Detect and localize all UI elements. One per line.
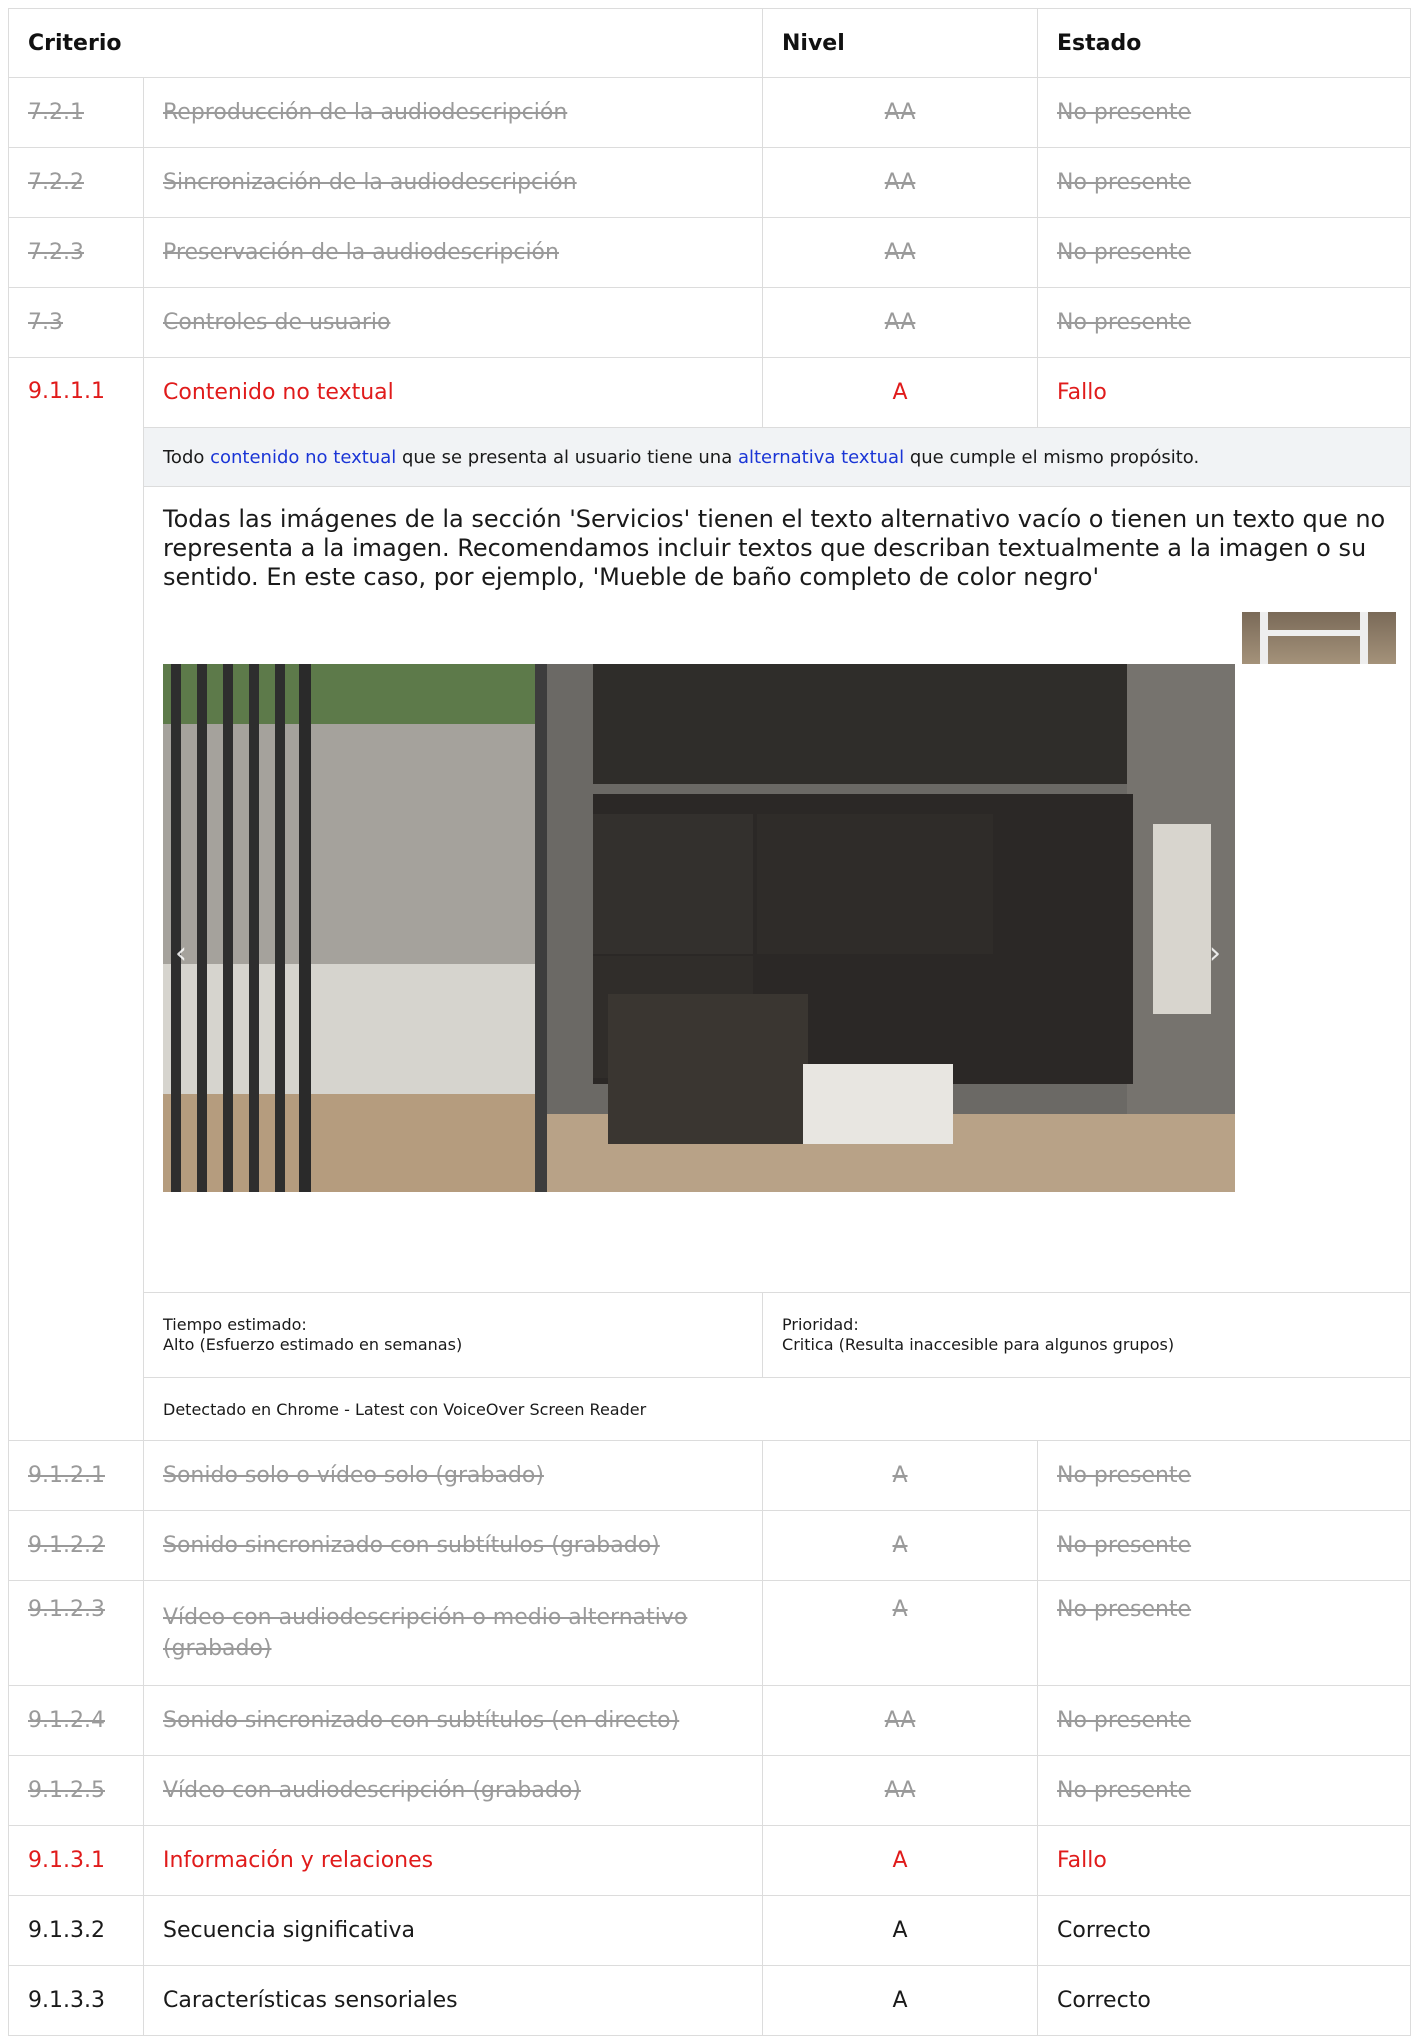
criterion-name: Controles de usuario xyxy=(142,287,764,358)
criterion-name: Contenido no textual xyxy=(142,357,764,428)
chevron-left-icon[interactable]: ‹ xyxy=(169,938,193,970)
criteria-table: Criterio Nivel Estado 7.2.1 Reproducción… xyxy=(7,8,1412,2036)
criterion-code: 7.2.1 xyxy=(8,77,144,148)
link-alternativa-textual[interactable]: alternativa textual xyxy=(738,447,904,468)
bathroom-illustration xyxy=(163,664,1235,1192)
criterion-name: Vídeo con audiodescripción (grabado) xyxy=(142,1755,764,1826)
criterion-level: A xyxy=(762,1510,1039,1581)
criterion-level: A xyxy=(762,1440,1039,1511)
criterion-status: No presente xyxy=(1037,287,1412,358)
chevron-right-icon[interactable]: › xyxy=(1203,938,1227,970)
observation-text: Todas las imágenes de la sección 'Servic… xyxy=(163,505,1386,591)
detected-text: Detectado en Chrome - Latest con VoiceOv… xyxy=(142,1377,1412,1441)
criterion-level: AA xyxy=(762,1755,1039,1826)
table-row: 7.2.3 Preservación de la audiodescripció… xyxy=(8,217,1412,288)
observation-cell: Todas las imágenes de la sección 'Servic… xyxy=(142,486,1412,1293)
criterion-code: 7.3 xyxy=(8,287,144,358)
accessibility-report: Criterio Nivel Estado 7.2.1 Reproducción… xyxy=(7,8,1412,2036)
link-contenido-no-textual[interactable]: contenido no textual xyxy=(210,447,396,468)
priority-value: Critica (Resulta inaccesible para alguno… xyxy=(782,1335,1175,1354)
bathroom-photo xyxy=(163,664,1235,1192)
criterion-code: 9.1.3.3 xyxy=(8,1965,144,2036)
criterion-name: Reproducción de la audiodescripción xyxy=(142,77,764,148)
observation-row: Todas las imágenes de la sección 'Servic… xyxy=(9,486,1412,1293)
column-header-estado: Estado xyxy=(1037,8,1412,78)
criterion-status: Correcto xyxy=(1037,1895,1412,1966)
table-row: 9.1.3.3 Características sensoriales A Co… xyxy=(8,1965,1412,2036)
stool-leg-shape xyxy=(1360,612,1368,664)
table-row: 9.1.3.2 Secuencia significativa A Correc… xyxy=(8,1895,1412,1966)
criterion-code: 9.1.3.1 xyxy=(8,1825,144,1896)
criterion-status: No presente xyxy=(1037,217,1412,288)
criterion-status: No presente xyxy=(1037,147,1412,218)
criterion-level: AA xyxy=(762,77,1039,148)
table-row: 9.1.3.1 Información y relaciones A Fallo xyxy=(8,1825,1412,1896)
criterion-level: A xyxy=(762,1825,1039,1896)
table-row: 7.3 Controles de usuario AA No presente xyxy=(8,287,1412,358)
criterion-level: A xyxy=(762,1965,1039,2036)
criterion-status: No presente xyxy=(1037,1685,1412,1756)
estimate-label: Tiempo estimado: xyxy=(163,1315,307,1334)
criterion-status: Fallo xyxy=(1037,357,1412,428)
criterion-status: Correcto xyxy=(1037,1965,1412,2036)
criterion-status: No presente xyxy=(1037,1510,1412,1581)
column-header-nivel: Nivel xyxy=(762,8,1039,78)
meta-row: Tiempo estimado: Alto (Esfuerzo estimado… xyxy=(9,1292,1412,1378)
table-row: 7.2.1 Reproducción de la audiodescripció… xyxy=(8,77,1412,148)
guideline-text: Todo contenido no textual que se present… xyxy=(142,427,1412,487)
criterion-level: AA xyxy=(762,1685,1039,1756)
criterion-name: Preservación de la audiodescripción xyxy=(142,217,764,288)
table-row-failed: 9.1.1.1 Contenido no textual A Fallo xyxy=(8,357,1412,1441)
table-row: 7.2.2 Sincronización de la audiodescripc… xyxy=(8,147,1412,218)
next-image-thumbnail xyxy=(1242,612,1396,664)
criterion-name: Vídeo con audiodescripción o medio alter… xyxy=(142,1580,764,1686)
criterion-code: 9.1.2.1 xyxy=(8,1440,144,1511)
priority-label: Prioridad: xyxy=(782,1315,859,1334)
criterion-code: 9.1.2.5 xyxy=(8,1755,144,1826)
criterion-status: No presente xyxy=(1037,1440,1412,1511)
criterion-code: 9.1.2.2 xyxy=(8,1510,144,1581)
criterion-code: 7.2.2 xyxy=(8,147,144,218)
image-carousel: ‹ › xyxy=(163,612,1396,1202)
criterion-name: Características sensoriales xyxy=(142,1965,764,2036)
criterion-code: 7.2.3 xyxy=(8,217,144,288)
estimate-cell: Tiempo estimado: Alto (Esfuerzo estimado… xyxy=(142,1292,764,1378)
guideline-part: que cumple el mismo propósito. xyxy=(904,446,1200,468)
criterion-status: No presente xyxy=(1037,1755,1412,1826)
criterion-level: A xyxy=(762,1895,1039,1966)
estimate-value: Alto (Esfuerzo estimado en semanas) xyxy=(163,1335,463,1354)
criterion-code: 9.1.2.3 xyxy=(8,1580,144,1686)
criterion-status: No presente xyxy=(1037,1580,1412,1686)
criterion-code: 9.1.2.4 xyxy=(8,1685,144,1756)
stool-rail-shape xyxy=(1260,630,1368,636)
guideline-part: Todo xyxy=(163,446,211,468)
table-row: 9.1.2.5 Vídeo con audiodescripción (grab… xyxy=(8,1755,1412,1826)
criterion-level: A xyxy=(762,1580,1039,1686)
table-row: 9.1.2.2 Sonido sincronizado con subtítul… xyxy=(8,1510,1412,1581)
criterion-name: Secuencia significativa xyxy=(142,1895,764,1966)
table-row: 9.1.2.4 Sonido sincronizado con subtítul… xyxy=(8,1685,1412,1756)
criterion-name: Sonido sincronizado con subtítulos (grab… xyxy=(142,1510,764,1581)
criterion-name: Información y relaciones xyxy=(142,1825,764,1896)
criterion-status: Fallo xyxy=(1037,1825,1412,1896)
criterion-level: AA xyxy=(762,217,1039,288)
guideline-row: Todo contenido no textual que se present… xyxy=(9,427,1412,487)
guideline-part: que se presenta al usuario tiene una xyxy=(396,446,738,468)
criterion-code: 9.1.1.1 xyxy=(8,357,144,1441)
stool-leg-shape xyxy=(1260,612,1268,664)
criterion-level: AA xyxy=(762,147,1039,218)
priority-cell: Prioridad: Critica (Resulta inaccesible … xyxy=(762,1292,1412,1378)
criterion-name: Sonido solo o vídeo solo (grabado) xyxy=(142,1440,764,1511)
criterion-code: 9.1.3.2 xyxy=(8,1895,144,1966)
criterion-name: Sincronización de la audiodescripción xyxy=(142,147,764,218)
criterion-name: Sonido sincronizado con subtítulos (en d… xyxy=(142,1685,764,1756)
criterion-level: A xyxy=(762,357,1039,428)
criterion-status: No presente xyxy=(1037,77,1412,148)
criterion-level: AA xyxy=(762,287,1039,358)
table-row: 9.1.2.3 Vídeo con audiodescripción o med… xyxy=(8,1580,1412,1686)
table-header-row: Criterio Nivel Estado xyxy=(7,8,1412,78)
table-row: 9.1.2.1 Sonido solo o vídeo solo (grabad… xyxy=(8,1440,1412,1511)
column-header-criterio: Criterio xyxy=(7,8,764,78)
detected-row: Detectado en Chrome - Latest con VoiceOv… xyxy=(9,1377,1412,1441)
